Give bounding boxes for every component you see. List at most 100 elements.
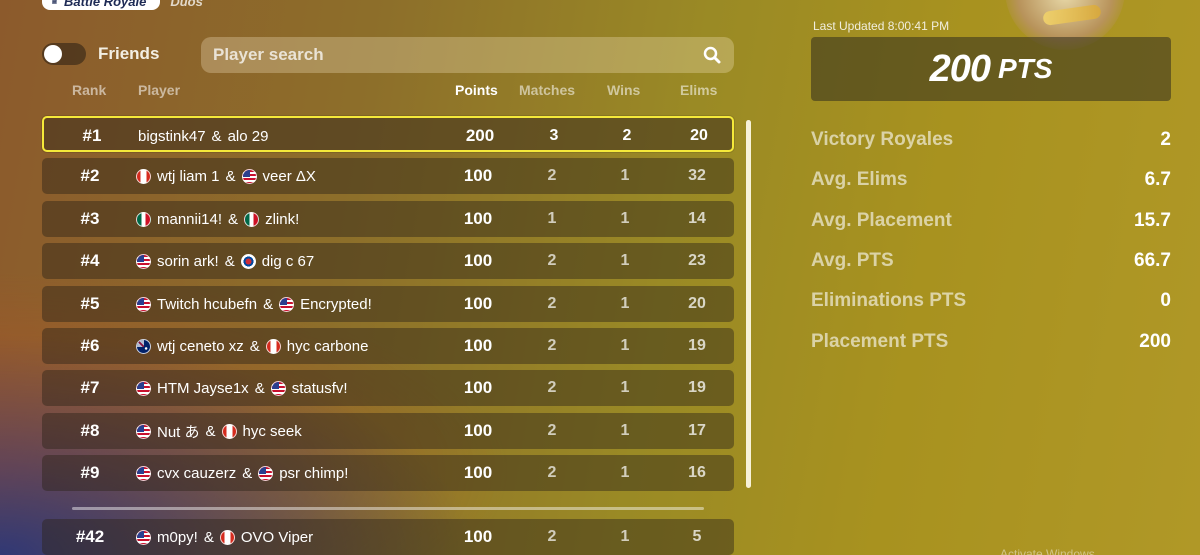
stat-label: Placement PTS <box>811 331 949 352</box>
separator: & <box>205 422 216 440</box>
table-row[interactable]: #9 cvx cauzerz & psr chimp! 100 2 1 16 <box>42 455 734 491</box>
rank-cell: #2 <box>80 166 100 185</box>
stat-avg-pts: Avg. PTS 66.7 <box>811 249 1171 273</box>
points-cell: 100 <box>463 378 493 397</box>
points-cell: 100 <box>463 421 493 440</box>
table-row[interactable]: #3 mannii14! & zlink! 100 1 1 14 <box>42 201 734 237</box>
player-search-input[interactable] <box>213 45 702 65</box>
matches-cell: 2 <box>547 252 557 269</box>
player-cell: wtj liam 1 & veer ΔX <box>136 158 316 194</box>
table-row[interactable]: #7 HTM Jayse1x & statusfv! 100 2 1 19 <box>42 370 734 406</box>
mode-sub-label: Duos <box>170 0 203 9</box>
leaderboard-header: Rank Player Points Matches Wins Elims <box>42 82 734 100</box>
wins-cell: 2 <box>622 127 632 144</box>
col-wins: Wins <box>607 82 641 98</box>
player-two: statusfv! <box>291 379 348 397</box>
player-one: mannii14! <box>157 210 223 228</box>
separator: & <box>224 252 235 270</box>
points-cell: 100 <box>463 336 493 355</box>
stat-value: 15.7 <box>1134 210 1171 231</box>
rank-cell: #3 <box>80 209 100 228</box>
usa-flag-icon <box>136 465 151 481</box>
player-two: hyc carbone <box>286 337 369 355</box>
scrollbar-thumb[interactable] <box>746 120 751 488</box>
player-cell: sorin ark! & dig c 67 <box>136 243 314 279</box>
stat-value: 200 <box>1139 331 1171 352</box>
mexico-flag-icon <box>244 211 260 227</box>
stat-value: 6.7 <box>1144 169 1171 190</box>
stat-label: Avg. Placement <box>811 210 952 231</box>
rank-cell: #4 <box>80 251 100 270</box>
player-one: cvx cauzerz <box>157 464 237 482</box>
matches-cell: 2 <box>547 422 557 439</box>
elims-cell: 17 <box>688 422 706 439</box>
player-one: HTM Jayse1x <box>157 379 249 397</box>
mode-header: ♛ Battle Royale Duos <box>42 0 203 10</box>
friends-toggle[interactable] <box>42 43 86 65</box>
rank-cell: #5 <box>80 294 100 313</box>
matches-cell: 2 <box>547 464 557 481</box>
player-two: hyc seek <box>242 422 302 440</box>
points-cell: 100 <box>463 527 493 546</box>
table-row[interactable]: #1 bigstink47 & alo 29 200 3 2 20 <box>42 116 734 152</box>
canada-flag-icon <box>221 423 237 439</box>
stat-label: Avg. Elims <box>811 169 908 190</box>
player-one: m0py! <box>157 528 198 546</box>
search-icon[interactable] <box>702 45 722 65</box>
activation-watermark: Activate Windows <box>1000 547 1095 555</box>
player-one: sorin ark! <box>157 252 219 270</box>
player-two: OVO Viper <box>240 528 314 546</box>
usa-flag-icon <box>136 296 151 312</box>
usa-flag-icon <box>241 168 257 184</box>
canada-flag-icon <box>265 338 281 354</box>
stat-eliminations-pts: Eliminations PTS 0 <box>811 289 1171 313</box>
player-two: veer ΔX <box>262 167 316 185</box>
stat-label: Avg. PTS <box>811 250 894 271</box>
col-points: Points <box>455 82 498 98</box>
player-search-bar <box>201 37 734 73</box>
table-row[interactable]: #2 wtj liam 1 & veer ΔX 100 2 1 32 <box>42 158 734 194</box>
player-two: dig c 67 <box>261 252 315 270</box>
stat-value: 2 <box>1160 129 1171 150</box>
player-one: wtj liam 1 <box>157 167 220 185</box>
stat-victory-royales: Victory Royales 2 <box>811 128 1171 152</box>
wins-cell: 1 <box>620 379 630 396</box>
stat-value: 66.7 <box>1134 250 1171 271</box>
matches-cell: 1 <box>547 210 557 227</box>
elims-cell: 5 <box>692 528 702 545</box>
mode-label: Battle Royale <box>63 0 147 9</box>
usa-flag-icon <box>279 296 295 312</box>
rank-cell: #8 <box>80 421 100 440</box>
rank-cell: #7 <box>80 378 100 397</box>
usa-flag-icon <box>136 380 151 396</box>
elims-cell: 19 <box>688 337 706 354</box>
elims-cell: 19 <box>688 379 706 396</box>
player-one: Nut あ <box>157 423 200 441</box>
player-cell: m0py! & OVO Viper <box>136 519 313 555</box>
table-row[interactable]: #5 Twitch hcubefn & Encrypted! 100 2 1 2… <box>42 286 734 322</box>
col-player: Player <box>138 82 181 98</box>
table-row[interactable]: #4 sorin ark! & dig c 67 100 2 1 23 <box>42 243 734 279</box>
usa-flag-icon <box>270 380 286 396</box>
wins-cell: 1 <box>620 295 630 312</box>
total-points: 200 <box>929 47 991 90</box>
total-points-box: 200 PTS <box>811 37 1171 101</box>
col-rank: Rank <box>72 82 107 98</box>
points-unit: PTS <box>997 53 1053 84</box>
elims-cell: 14 <box>688 210 706 227</box>
wins-cell: 1 <box>620 464 630 481</box>
rank-cell: #6 <box>80 336 100 355</box>
australia-flag-icon <box>136 338 151 354</box>
stat-label: Eliminations PTS <box>811 290 967 311</box>
mode-pill[interactable]: ♛ Battle Royale <box>42 0 161 10</box>
player-two: Encrypted! <box>300 295 372 313</box>
canada-flag-icon <box>219 529 235 545</box>
table-row[interactable]: #8 Nut あ & hyc seek 100 2 1 17 <box>42 413 734 449</box>
wins-cell: 1 <box>620 167 630 184</box>
wins-cell: 1 <box>620 210 630 227</box>
leaderboard-scrollbar[interactable] <box>746 120 751 488</box>
my-team-row[interactable]: #42 m0py! & OVO Viper 100 2 1 5 <box>42 519 734 555</box>
player-cell: bigstink47 & alo 29 <box>138 118 268 154</box>
elims-cell: 20 <box>688 295 706 312</box>
table-row[interactable]: #6 wtj ceneto xz & hyc carbone 100 2 1 1… <box>42 328 734 364</box>
